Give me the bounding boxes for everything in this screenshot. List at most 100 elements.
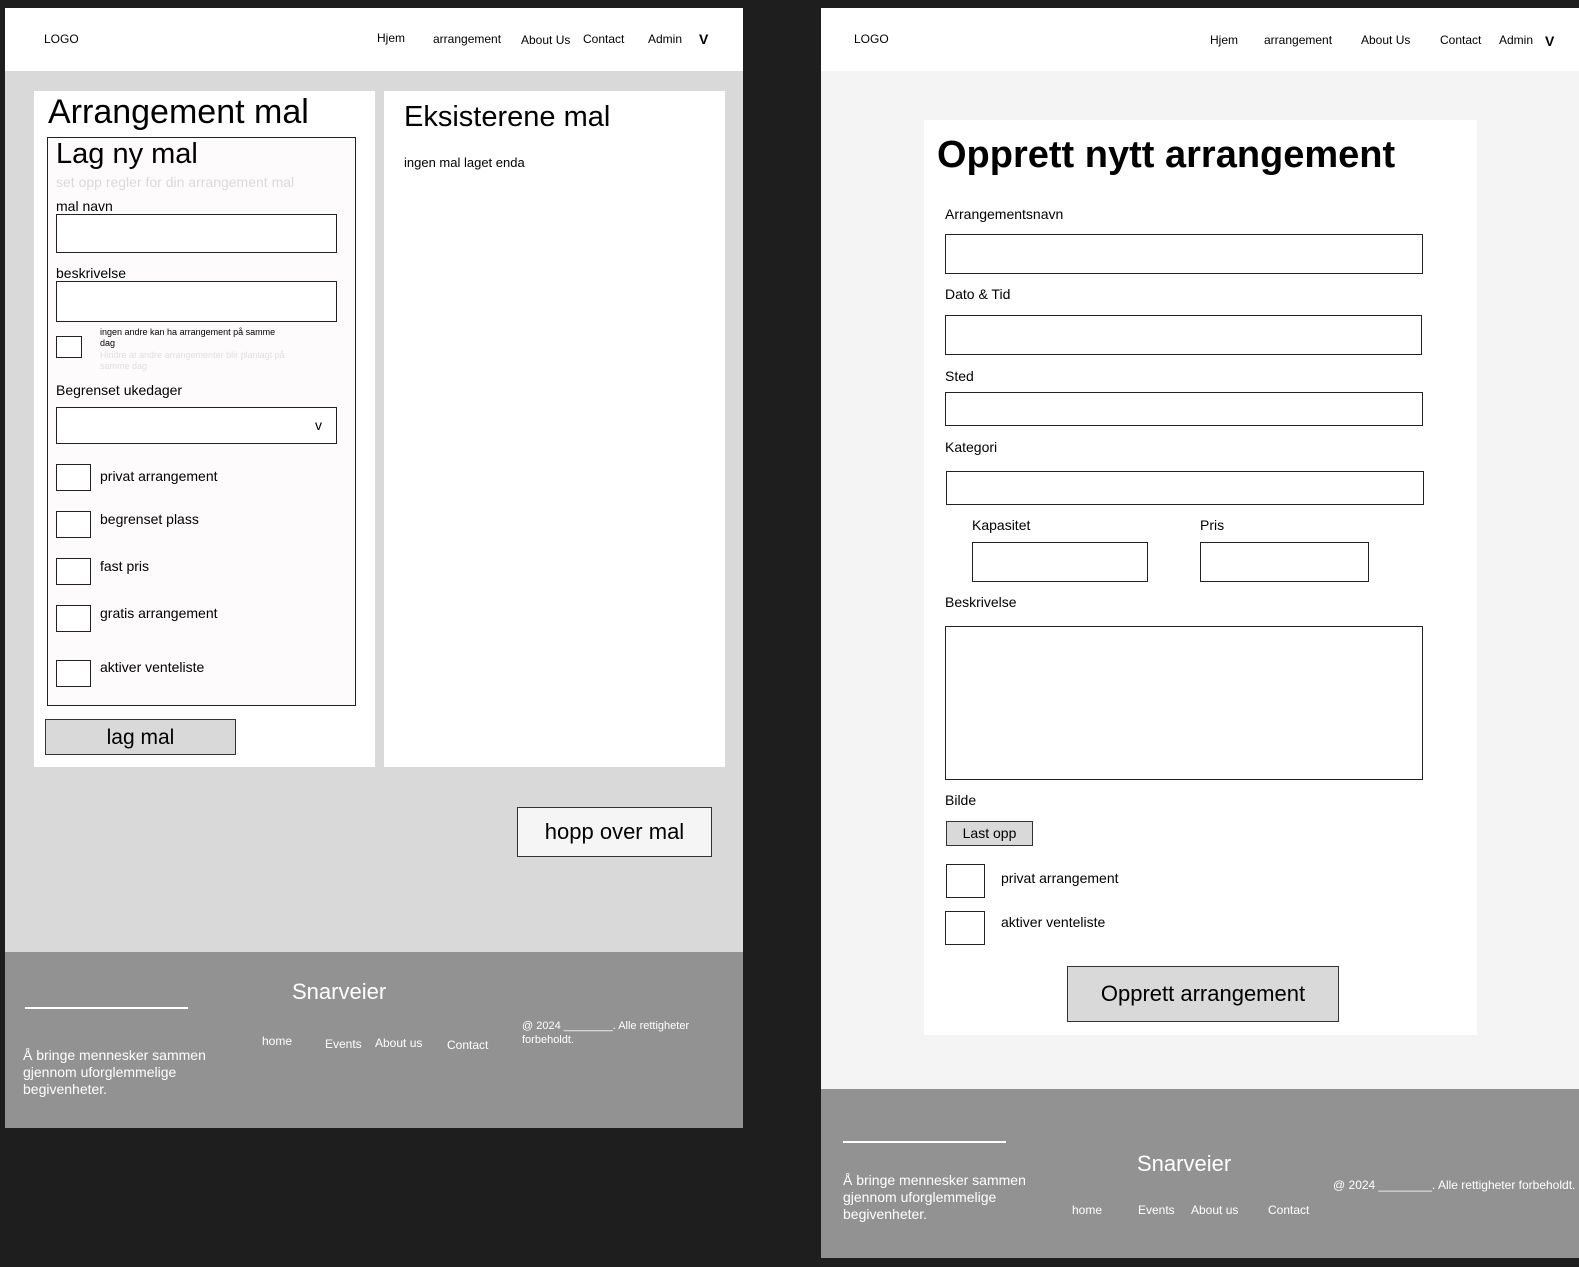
template-description-label: beskrivelse: [56, 265, 127, 281]
event-name-label: Arrangementsnavn: [945, 206, 1064, 222]
limited-capacity-label: begrenset plass: [100, 511, 199, 527]
fixed-price-label: fast pris: [100, 558, 150, 574]
free-event-checkbox[interactable]: [56, 605, 91, 632]
exclusive-day-hint: Hindre at andre arrangementer blir planl…: [100, 350, 285, 372]
nav-link-hjem[interactable]: Hjem: [377, 31, 405, 45]
capacity-input[interactable]: [972, 542, 1148, 582]
top-navigation: LOGO Hjem arrangement About Us Contact A…: [5, 8, 743, 71]
price-input[interactable]: [1200, 542, 1369, 582]
new-template-subtitle: set opp regler for din arrangement mal: [56, 174, 295, 190]
exclusive-day-label-line2: dag: [100, 338, 116, 348]
template-name-input[interactable]: [56, 214, 337, 253]
image-label: Bilde: [945, 792, 977, 808]
template-panel-title: Arrangement mal: [48, 93, 309, 131]
footer-tagline-line3: begivenheter.: [23, 1081, 108, 1097]
event-name-input[interactable]: [945, 234, 1423, 274]
footer-link-events[interactable]: Events: [1138, 1203, 1175, 1217]
footer-link-contact[interactable]: Contact: [447, 1038, 488, 1052]
nav-link-about-us[interactable]: About Us: [521, 33, 570, 47]
new-template-title: Lag ny mal: [56, 138, 198, 170]
waitlist-label: aktiver venteliste: [1001, 914, 1106, 930]
exclusive-day-label-line1: ingen andre kan ha arrangement på samme: [100, 327, 276, 337]
free-event-label: gratis arrangement: [100, 605, 218, 621]
logo[interactable]: LOGO: [854, 32, 889, 46]
existing-templates-title: Eksisterene mal: [404, 101, 611, 133]
weekdays-label: Begrenset ukedager: [56, 382, 183, 398]
template-name-label: mal navn: [56, 198, 113, 214]
waitlist-checkbox[interactable]: [56, 660, 91, 687]
create-event-form: Opprett nytt arrangement Arrangementsnav…: [924, 120, 1477, 1035]
weekdays-select[interactable]: v: [56, 407, 337, 444]
admin-chevron-icon[interactable]: V: [699, 31, 708, 47]
private-event-checkbox[interactable]: [946, 864, 985, 898]
place-input[interactable]: [945, 392, 1423, 426]
exclusive-day-label: ingen andre kan ha arrangement på samme …: [100, 327, 275, 349]
footer: Å bringe mennesker sammen gjennom uforgl…: [821, 1089, 1579, 1258]
footer-link-events[interactable]: Events: [325, 1037, 362, 1051]
create-template-button[interactable]: lag mal: [45, 719, 236, 755]
exclusive-day-hint-line2: samme dag: [100, 361, 148, 371]
footer-link-about-us[interactable]: About us: [1191, 1203, 1238, 1217]
admin-chevron-icon[interactable]: V: [1545, 33, 1554, 49]
footer-tagline-line2: gjennom uforglemmelige: [843, 1189, 997, 1205]
exclusive-day-hint-line1: Hindre at andre arrangementer blir planl…: [100, 350, 285, 360]
existing-templates-empty-text: ingen mal laget enda: [404, 155, 525, 170]
nav-link-about-us[interactable]: About Us: [1361, 33, 1410, 47]
footer-tagline-line1: Å bringe mennesker sammen: [23, 1047, 206, 1063]
nav-link-contact[interactable]: Contact: [583, 32, 624, 46]
top-navigation: LOGO Hjem arrangement About Us Contact A…: [821, 8, 1579, 71]
private-event-checkbox[interactable]: [56, 464, 91, 491]
description-label: Beskrivelse: [945, 594, 1017, 610]
footer-shortcuts-title: Snarveier: [292, 979, 387, 1004]
capacity-label: Kapasitet: [972, 517, 1031, 533]
footer-tagline: Å bringe mennesker sammen gjennom uforgl…: [843, 1172, 1026, 1223]
skip-template-button[interactable]: hopp over mal: [517, 807, 712, 857]
footer-tagline: Å bringe mennesker sammen gjennom uforgl…: [23, 1047, 206, 1098]
footer-link-home[interactable]: home: [1072, 1203, 1102, 1217]
footer-copyright: @ 2024 ________. Alle rettigheter forbeh…: [522, 1019, 689, 1047]
footer-link-home[interactable]: home: [262, 1034, 292, 1048]
template-description-input[interactable]: [56, 281, 337, 322]
footer-copyright: @ 2024 ________. Alle rettigheter forbeh…: [1333, 1178, 1576, 1192]
datetime-label: Dato & Tid: [945, 286, 1011, 302]
price-label: Pris: [1200, 517, 1225, 533]
description-textarea[interactable]: [945, 626, 1423, 780]
footer-copyright-line1: @ 2024 ________. Alle rettigheter: [522, 1020, 690, 1032]
logo[interactable]: LOGO: [44, 32, 79, 46]
footer-copyright-line2: forbeholdt.: [522, 1034, 574, 1046]
footer-tagline-line2: gjennom uforglemmelige: [23, 1064, 177, 1080]
existing-templates-panel: Eksisterene mal ingen mal laget enda: [384, 91, 725, 767]
footer-tagline-line3: begivenheter.: [843, 1206, 928, 1222]
nav-link-arrangement[interactable]: arrangement: [433, 32, 501, 46]
template-panel: Arrangement mal Lag ny mal set opp regle…: [34, 91, 375, 767]
nav-link-admin[interactable]: Admin: [1499, 33, 1533, 47]
private-event-label: privat arrangement: [1001, 870, 1119, 886]
create-event-button[interactable]: Opprett arrangement: [1067, 966, 1339, 1022]
create-event-page-frame: LOGO Hjem arrangement About Us Contact A…: [821, 8, 1579, 1258]
footer-divider: [843, 1141, 1006, 1143]
footer-link-about-us[interactable]: About us: [375, 1036, 422, 1050]
exclusive-day-checkbox[interactable]: [56, 336, 82, 358]
footer: Å bringe mennesker sammen gjennom uforgl…: [5, 952, 743, 1128]
footer-tagline-line1: Å bringe mennesker sammen: [843, 1172, 1026, 1188]
category-label: Kategori: [945, 439, 998, 455]
footer-shortcuts-title: Snarveier: [1137, 1151, 1232, 1176]
upload-image-button[interactable]: Last opp: [946, 821, 1033, 846]
limited-capacity-checkbox[interactable]: [56, 511, 91, 538]
template-page-frame: LOGO Hjem arrangement About Us Contact A…: [5, 8, 743, 1128]
fixed-price-checkbox[interactable]: [56, 558, 91, 585]
nav-link-contact[interactable]: Contact: [1440, 33, 1481, 47]
nav-link-admin[interactable]: Admin: [648, 32, 682, 46]
nav-link-hjem[interactable]: Hjem: [1210, 33, 1238, 47]
private-event-label: privat arrangement: [100, 468, 218, 484]
waitlist-checkbox[interactable]: [945, 911, 985, 945]
waitlist-label: aktiver venteliste: [100, 659, 205, 675]
category-input[interactable]: [946, 471, 1424, 505]
datetime-input[interactable]: [945, 315, 1422, 355]
chevron-down-icon: v: [315, 417, 322, 433]
footer-link-contact[interactable]: Contact: [1268, 1203, 1309, 1217]
footer-divider: [25, 1007, 188, 1009]
place-label: Sted: [945, 368, 974, 384]
nav-link-arrangement[interactable]: arrangement: [1264, 33, 1332, 47]
form-title: Opprett nytt arrangement: [937, 134, 1396, 176]
